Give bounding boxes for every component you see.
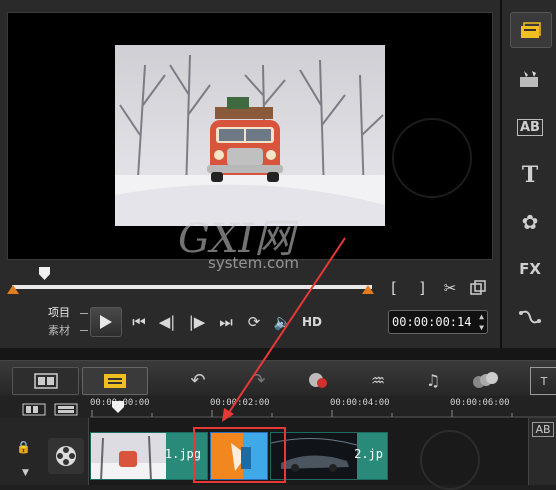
preview-overlay-ring: [392, 118, 472, 198]
timeline-toolbar: ↶ ↷ ♒ ♫ T: [0, 360, 556, 397]
scrub-bar[interactable]: [12, 285, 372, 289]
scissors-icon[interactable]: ✂: [440, 278, 460, 298]
ruler-label: 00:00:04:00: [330, 398, 390, 408]
preview-image: [115, 45, 385, 226]
ruler-label: 00:00:02:00: [210, 398, 270, 408]
watermark-site: system.com: [208, 254, 300, 272]
timeline-ruler[interactable]: 00:00:00:00 00:00:02:00 00:00:04:00 00:0…: [90, 396, 556, 418]
track-options-icon[interactable]: ▼: [22, 468, 29, 478]
video-track-icon[interactable]: [48, 438, 84, 474]
timeline-side-strip: AB: [528, 418, 556, 485]
volume-icon[interactable]: 🔈: [272, 312, 294, 332]
trim-start-marker[interactable]: [7, 285, 19, 294]
path-icon[interactable]: [510, 300, 550, 334]
mode-clip-label[interactable]: 素材: [48, 322, 88, 340]
title-icon[interactable]: T: [510, 158, 550, 192]
redo-icon[interactable]: ↷: [245, 367, 271, 393]
end-icon[interactable]: ⏭: [216, 312, 236, 332]
video-track-header: 🔒 ▼: [0, 418, 89, 485]
transition-icon[interactable]: AB: [510, 110, 550, 144]
highlight-box: [193, 427, 286, 483]
instant-project-icon[interactable]: [510, 62, 550, 96]
mode-connector: [80, 313, 88, 314]
splitter[interactable]: [0, 348, 556, 360]
mode-switch[interactable]: 项目 素材: [48, 304, 88, 340]
timeline-view-icon[interactable]: [82, 367, 148, 395]
subtitle-editor-icon[interactable]: T: [530, 367, 556, 395]
title-track-icon[interactable]: AB: [532, 422, 554, 437]
ruler-label: 00:00:06:00: [450, 398, 510, 408]
multi-trim-icon[interactable]: [470, 367, 500, 393]
mark-in-button[interactable]: [: [386, 278, 402, 298]
repeat-icon[interactable]: ⟳: [244, 312, 264, 332]
trim-end-marker[interactable]: [362, 285, 374, 294]
storyboard-view-icon[interactable]: [12, 367, 79, 395]
lock-track-icon[interactable]: 🔒: [16, 440, 31, 454]
auto-music-icon[interactable]: ♫: [420, 367, 446, 393]
timecode-field[interactable]: 00:00:00:14 ▲ ▼: [388, 310, 488, 334]
filter-icon[interactable]: FX: [510, 252, 550, 286]
track-manager-icon[interactable]: [22, 401, 46, 416]
timecode-value: 00:00:00:: [392, 315, 458, 329]
previous-frame-icon[interactable]: ◀|: [158, 312, 176, 332]
record-capture-icon[interactable]: [305, 367, 331, 393]
next-frame-icon[interactable]: |▶: [186, 312, 208, 332]
timecode-stepper-icon[interactable]: ▲ ▼: [479, 311, 484, 333]
hd-button[interactable]: HD: [300, 312, 324, 332]
play-button[interactable]: [90, 307, 122, 337]
media-library-icon[interactable]: [510, 12, 552, 48]
graphic-icon[interactable]: ✿: [510, 205, 550, 239]
clip-label: 2.jp: [354, 447, 383, 461]
timecode-frame: 14: [457, 315, 472, 329]
track-end-overlay: [420, 430, 480, 490]
mark-out-button[interactable]: ]: [414, 278, 430, 298]
enlarge-icon[interactable]: [470, 280, 486, 296]
undo-icon[interactable]: ↶: [185, 367, 211, 393]
sound-mixer-icon[interactable]: ♒: [365, 367, 391, 393]
home-icon[interactable]: ⏮: [130, 312, 148, 332]
timeline-clip[interactable]: 1.jpg: [90, 432, 208, 480]
watermark: GXI网 system.com: [178, 218, 338, 278]
timeline-clip[interactable]: 2.jp: [270, 432, 388, 480]
mode-connector: [80, 330, 88, 331]
library-panel: AB T ✿ FX: [501, 0, 556, 348]
chapter-point-icon[interactable]: [54, 401, 78, 416]
